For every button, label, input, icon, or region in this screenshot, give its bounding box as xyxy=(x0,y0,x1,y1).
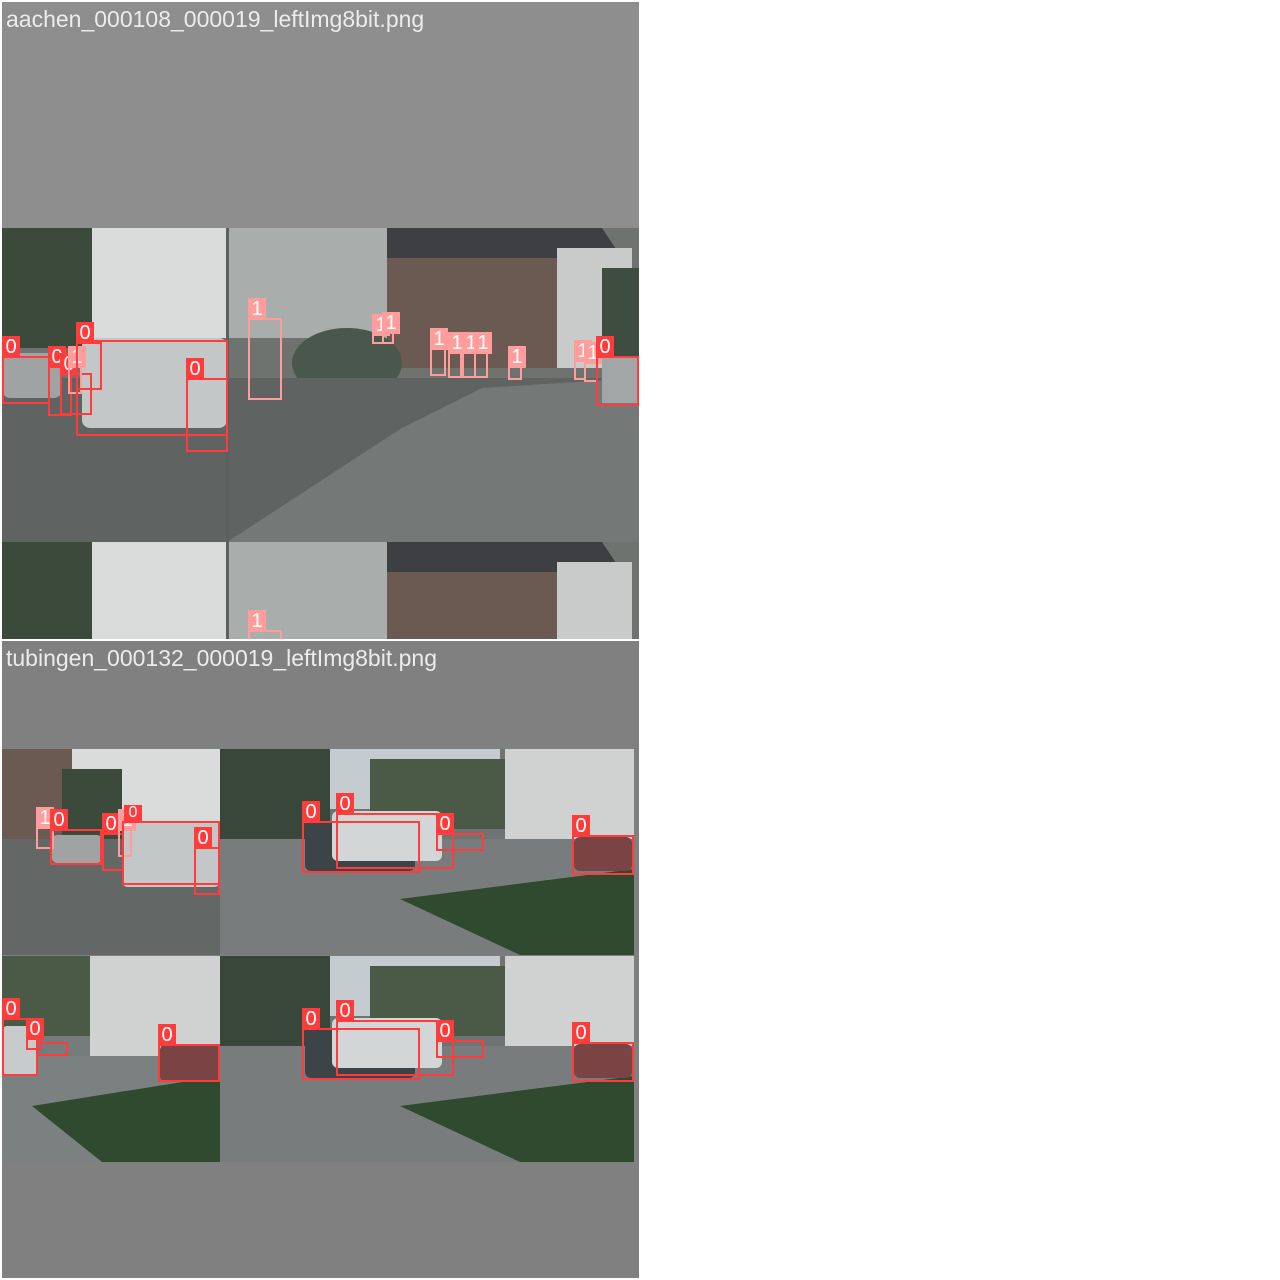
person-detection-box: 1 xyxy=(448,332,466,378)
class-label: 0 xyxy=(2,998,20,1020)
vehicle-detection-box: 0 xyxy=(436,1020,484,1058)
class-label: 0 xyxy=(572,815,590,837)
class-label: 1 xyxy=(474,332,492,354)
class-label: 1 xyxy=(382,312,400,334)
vehicle-detection-box: 0 xyxy=(50,809,102,865)
vehicle-detection-box: 0 xyxy=(158,1024,220,1082)
vehicle-detection-box: 0 xyxy=(596,336,639,406)
street-photo-tubingen-zoom: 0 0 0 0 xyxy=(2,956,220,1162)
class-label: 0 xyxy=(26,1018,44,1040)
class-label: 0 xyxy=(158,1024,176,1046)
tile-filename: tubingen_000132_000019_leftImg8bit.png xyxy=(6,645,437,671)
street-photo-aachen-mini: 1 0 0 1 0 0 xyxy=(2,749,220,955)
vehicle-detection-box: 0 xyxy=(436,813,484,851)
vehicle-detection-box: 0 xyxy=(36,1042,68,1056)
class-label: 0 xyxy=(572,1022,590,1044)
class-label: 1 xyxy=(248,610,266,632)
vehicle-detection-box: 0 xyxy=(572,815,634,875)
person-detection-box: 1 xyxy=(248,298,282,400)
class-label: 1 xyxy=(508,346,526,368)
class-label: 0 xyxy=(436,813,454,835)
class-label: 1 xyxy=(248,298,266,320)
class-label: 0 xyxy=(194,827,212,849)
class-label: 1 xyxy=(430,328,448,350)
person-detection-box: 1 xyxy=(430,328,448,376)
class-label: 0 xyxy=(336,1000,354,1022)
street-photo-tubingen: 0 0 0 0 xyxy=(220,749,634,955)
class-label: 0 xyxy=(2,336,20,358)
class-label: 0 xyxy=(302,1008,320,1030)
class-label: 0 xyxy=(124,805,142,821)
vehicle-detection-box: 0 xyxy=(572,1022,634,1082)
class-label: 0 xyxy=(50,809,68,831)
tile-filename: aachen_000108_000019_leftImg8bit.png xyxy=(6,6,425,32)
mosaic-tile-1: aachen_000108_000019_leftImg8bit.png 0 0… xyxy=(2,2,639,639)
person-detection-box: 1 xyxy=(382,312,400,344)
vehicle-detection-box: 0 xyxy=(186,358,228,452)
street-photo-aachen: 0 0 0 1 0 0 0 1 1 1 1 1 1 1 1 1 1 0 xyxy=(2,228,639,542)
class-label: 0 xyxy=(186,358,204,380)
street-photo-aachen-crop: 1 xyxy=(2,542,639,639)
class-label: 0 xyxy=(436,1020,454,1042)
class-label: 0 xyxy=(336,793,354,815)
street-photo-tubingen-2: 0 0 0 0 xyxy=(220,956,634,1162)
mosaic-tile-2: tubingen_000132_000019_leftImg8bit.png 1… xyxy=(2,641,639,1278)
person-detection-box: 1 xyxy=(248,610,282,639)
class-label: 0 xyxy=(302,801,320,823)
vehicle-detection-box: 0 xyxy=(194,827,220,895)
class-label: 0 xyxy=(596,336,614,358)
vehicle-detection-box: 0 xyxy=(2,336,50,404)
person-detection-box: 1 xyxy=(508,346,526,380)
person-detection-box: 1 xyxy=(474,332,492,378)
street-scene-image xyxy=(2,542,639,639)
